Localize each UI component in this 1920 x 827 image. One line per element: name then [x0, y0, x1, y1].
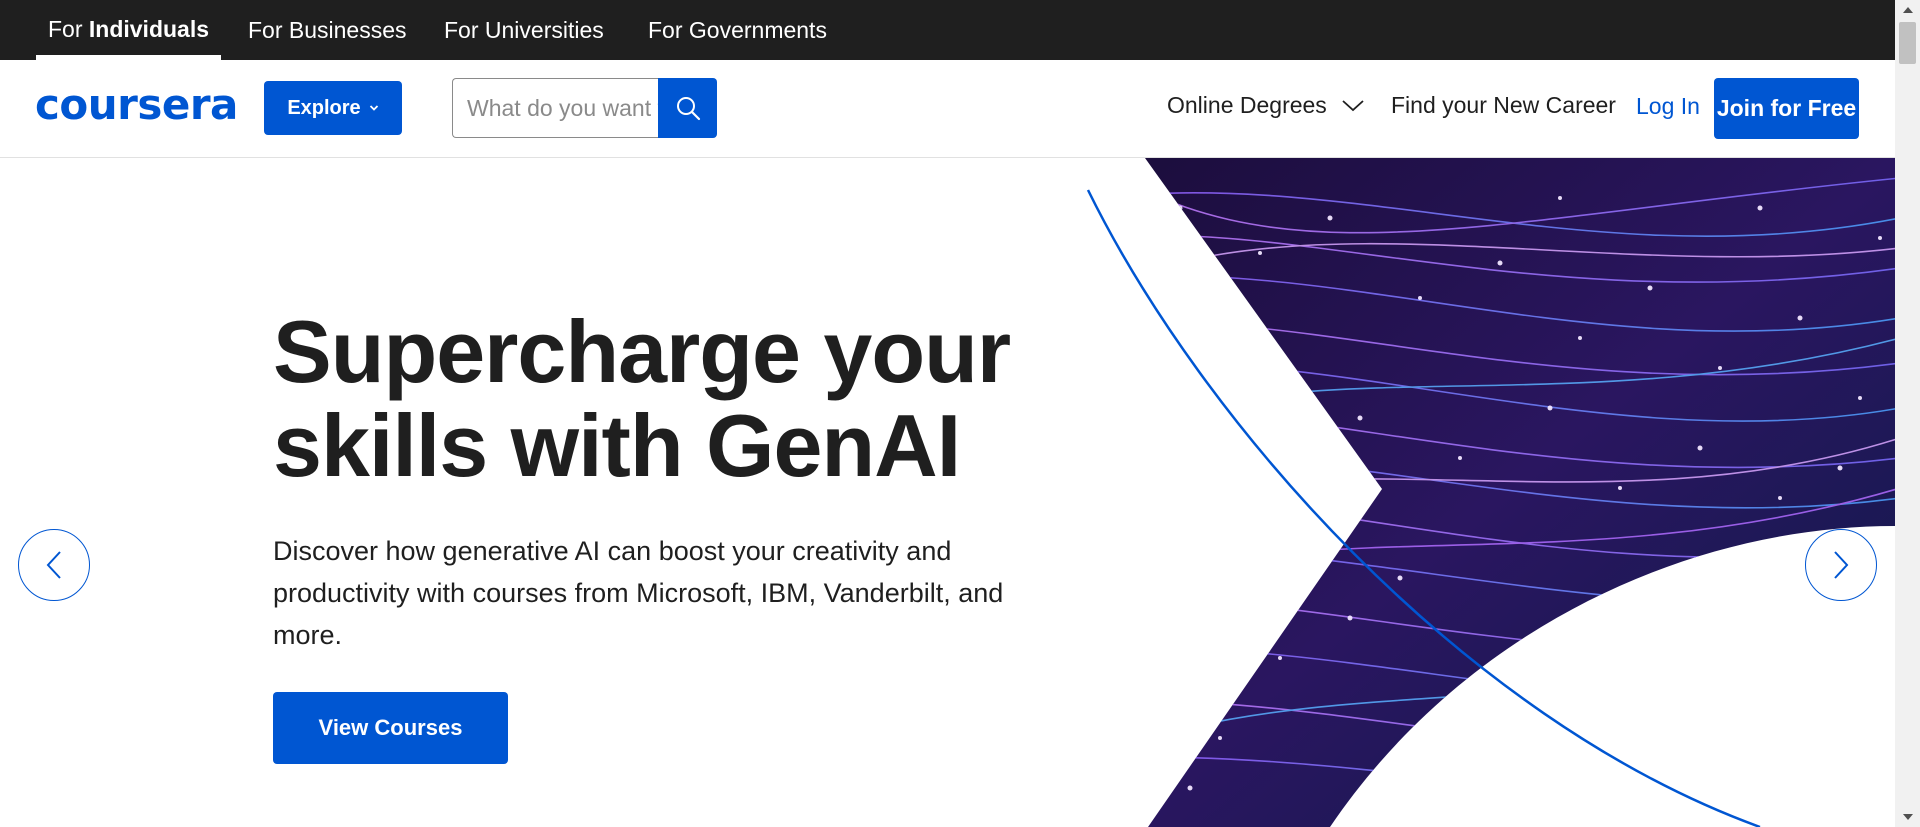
tab-for-governments[interactable]: For Governments: [636, 0, 839, 60]
vertical-scrollbar[interactable]: [1895, 0, 1920, 827]
hero-subtitle: Discover how generative AI can boost you…: [273, 536, 1004, 650]
hero-banner: Supercharge your skills with GenAI Disco…: [0, 158, 1895, 827]
chevron-left-icon: [46, 551, 61, 579]
tab-for-businesses[interactable]: For Businesses: [236, 0, 419, 60]
hero-title: Supercharge your skills with GenAI: [273, 305, 1073, 493]
audience-bar: For Individuals For Businesses For Unive…: [0, 0, 1895, 60]
online-degrees-menu[interactable]: Online Degrees: [1167, 92, 1365, 119]
chevron-right-icon: [1834, 551, 1849, 579]
find-career-link[interactable]: Find your New Career: [1391, 92, 1616, 119]
join-for-free-button[interactable]: Join for Free: [1714, 78, 1859, 139]
chevron-down-icon: [1342, 99, 1364, 111]
site-header: coursera Explore Online Degrees Find you…: [0, 60, 1895, 158]
carousel-next-button[interactable]: [1805, 529, 1877, 601]
carousel-prev-button[interactable]: [18, 529, 90, 601]
tab-for-individuals[interactable]: For Individuals: [36, 0, 222, 60]
search-button[interactable]: [658, 78, 717, 138]
chevron-down-icon: [369, 105, 378, 111]
hero-title-line1: Supercharge your: [273, 302, 1011, 401]
search-bar: [452, 78, 717, 138]
tab-for-universities[interactable]: For Universities: [432, 0, 616, 60]
login-link[interactable]: Log In: [1636, 93, 1700, 120]
explore-label: Explore: [287, 96, 361, 119]
online-degrees-label: Online Degrees: [1167, 92, 1327, 118]
scroll-down-arrow-icon[interactable]: [1895, 807, 1920, 827]
page: For Individuals For Businesses For Unive…: [0, 0, 1920, 827]
scroll-up-arrow-icon[interactable]: [1895, 0, 1920, 20]
view-courses-button[interactable]: View Courses: [273, 692, 508, 764]
scrollbar-thumb[interactable]: [1899, 22, 1916, 64]
search-input[interactable]: [452, 78, 658, 138]
tab-label: Individuals: [88, 16, 210, 42]
search-icon: [676, 97, 700, 121]
explore-button[interactable]: Explore: [264, 81, 402, 135]
coursera-logo[interactable]: coursera: [35, 80, 238, 129]
hero-title-line2: skills with GenAI: [273, 396, 961, 495]
tab-prefix: For: [48, 16, 89, 42]
